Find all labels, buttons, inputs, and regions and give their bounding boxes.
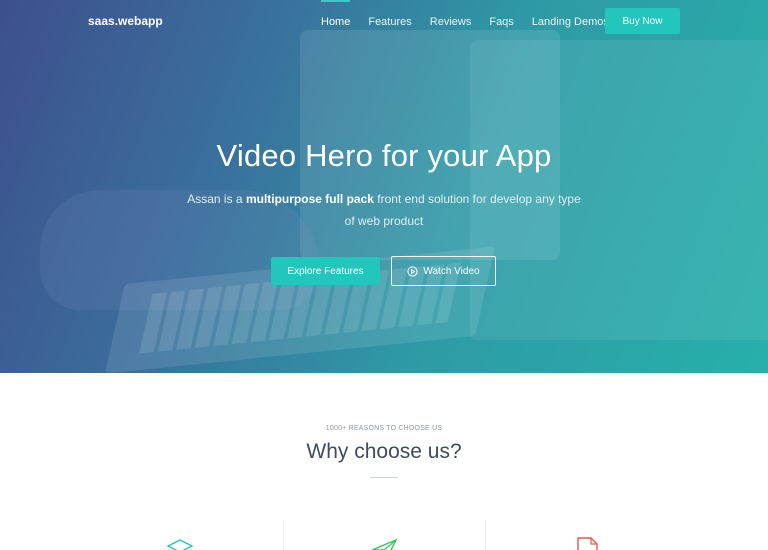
play-circle-icon xyxy=(407,265,419,277)
watch-video-label: Watch Video xyxy=(423,265,480,277)
paper-plane-icon xyxy=(371,538,398,550)
hero-background-photo xyxy=(0,0,768,373)
nav-link-reviews[interactable]: Reviews xyxy=(421,0,481,44)
nav-link-home[interactable]: Home xyxy=(312,0,359,44)
document-icon xyxy=(577,537,598,550)
hero-subtitle: Assan is a multipurpose full pack front … xyxy=(184,188,584,232)
buy-now-button[interactable]: Buy Now xyxy=(605,8,680,34)
section-eyebrow: 1000+ REASONS TO CHOOSE US xyxy=(325,425,443,432)
column-divider xyxy=(283,520,284,550)
explore-features-button[interactable]: Explore Features xyxy=(271,257,380,285)
section-title: Why choose us? xyxy=(306,440,462,463)
nav-link-landing-demos-label: Landing Demos xyxy=(531,16,609,28)
nav-link-faqs[interactable]: Faqs xyxy=(480,0,522,44)
hero-title: Video Hero for your App xyxy=(216,138,552,173)
nav-link-features[interactable]: Features xyxy=(359,0,420,44)
column-divider xyxy=(485,520,486,550)
brand-logo[interactable]: saas.webapp xyxy=(88,14,163,28)
top-navbar: saas.webapp Home Features Reviews Faqs L… xyxy=(0,0,768,44)
hero-section: saas.webapp Home Features Reviews Faqs L… xyxy=(0,0,768,373)
hero-subtitle-suffix: front end solution for develop any type … xyxy=(344,192,581,228)
section-divider xyxy=(370,477,398,478)
nav-links: Home Features Reviews Faqs Landing Demos xyxy=(312,0,629,44)
watch-video-button[interactable]: Watch Video xyxy=(391,256,496,286)
hero-subtitle-bold: multipurpose full pack xyxy=(245,192,374,206)
hero-subtitle-prefix: Assan is a xyxy=(187,192,246,206)
layers-icon xyxy=(166,539,194,550)
